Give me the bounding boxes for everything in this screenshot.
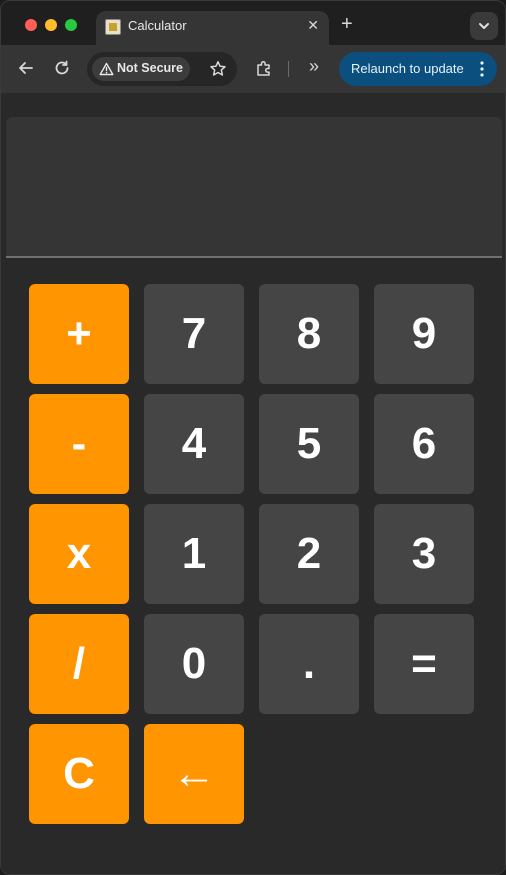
warning-icon <box>99 62 114 76</box>
close-window-button[interactable] <box>25 19 37 31</box>
tab-search-button[interactable] <box>470 12 498 40</box>
browser-window: Calculator ✕ + Not Secure » Relaunch to … <box>0 0 506 875</box>
equals-button[interactable]: = <box>374 614 474 714</box>
digit-0-button[interactable]: 0 <box>144 614 244 714</box>
digit-8-button[interactable]: 8 <box>259 284 359 384</box>
tab-calculator[interactable]: Calculator ✕ <box>96 11 329 45</box>
digit-3-button[interactable]: 3 <box>374 504 474 604</box>
calculator-favicon-icon <box>105 19 121 35</box>
digit-4-button[interactable]: 4 <box>144 394 244 494</box>
digit-2-button[interactable]: 2 <box>259 504 359 604</box>
more-vert-icon[interactable] <box>480 61 484 77</box>
minus-button[interactable]: - <box>29 394 129 494</box>
security-chip-label: Not Secure <box>117 61 183 75</box>
digit-1-button[interactable]: 1 <box>144 504 244 604</box>
digit-7-button[interactable]: 7 <box>144 284 244 384</box>
browser-toolbar: Not Secure » Relaunch to update <box>1 45 505 93</box>
tab-title: Calculator <box>128 18 187 33</box>
tab-close-button[interactable]: ✕ <box>307 17 319 34</box>
digit-5-button[interactable]: 5 <box>259 394 359 494</box>
tab-bar: Calculator ✕ + <box>1 1 505 45</box>
plus-button[interactable]: + <box>29 284 129 384</box>
digit-9-button[interactable]: 9 <box>374 284 474 384</box>
back-icon[interactable] <box>17 59 35 77</box>
address-bar[interactable]: Not Secure <box>87 52 237 86</box>
toolbar-separator <box>288 61 289 77</box>
backspace-button[interactable]: ← <box>144 724 244 824</box>
star-icon[interactable] <box>209 60 227 78</box>
calculator-display <box>6 117 502 258</box>
new-tab-button[interactable]: + <box>341 14 353 34</box>
decimal-button[interactable]: . <box>259 614 359 714</box>
extensions-overflow-button[interactable]: » <box>309 56 319 77</box>
extensions-icon[interactable] <box>255 59 273 77</box>
digit-6-button[interactable]: 6 <box>374 394 474 494</box>
relaunch-to-update-button[interactable]: Relaunch to update <box>339 52 497 86</box>
security-chip[interactable]: Not Secure <box>92 57 190 81</box>
minimize-window-button[interactable] <box>45 19 57 31</box>
multiply-button[interactable]: x <box>29 504 129 604</box>
divide-button[interactable]: / <box>29 614 129 714</box>
zoom-window-button[interactable] <box>65 19 77 31</box>
relaunch-label: Relaunch to update <box>351 61 464 76</box>
reload-icon[interactable] <box>53 59 71 77</box>
clear-button[interactable]: C <box>29 724 129 824</box>
chevron-down-icon <box>479 23 489 29</box>
calculator-app: + 7 8 9 - 4 5 6 x 1 2 3 / 0 . = C ← <box>1 93 505 874</box>
